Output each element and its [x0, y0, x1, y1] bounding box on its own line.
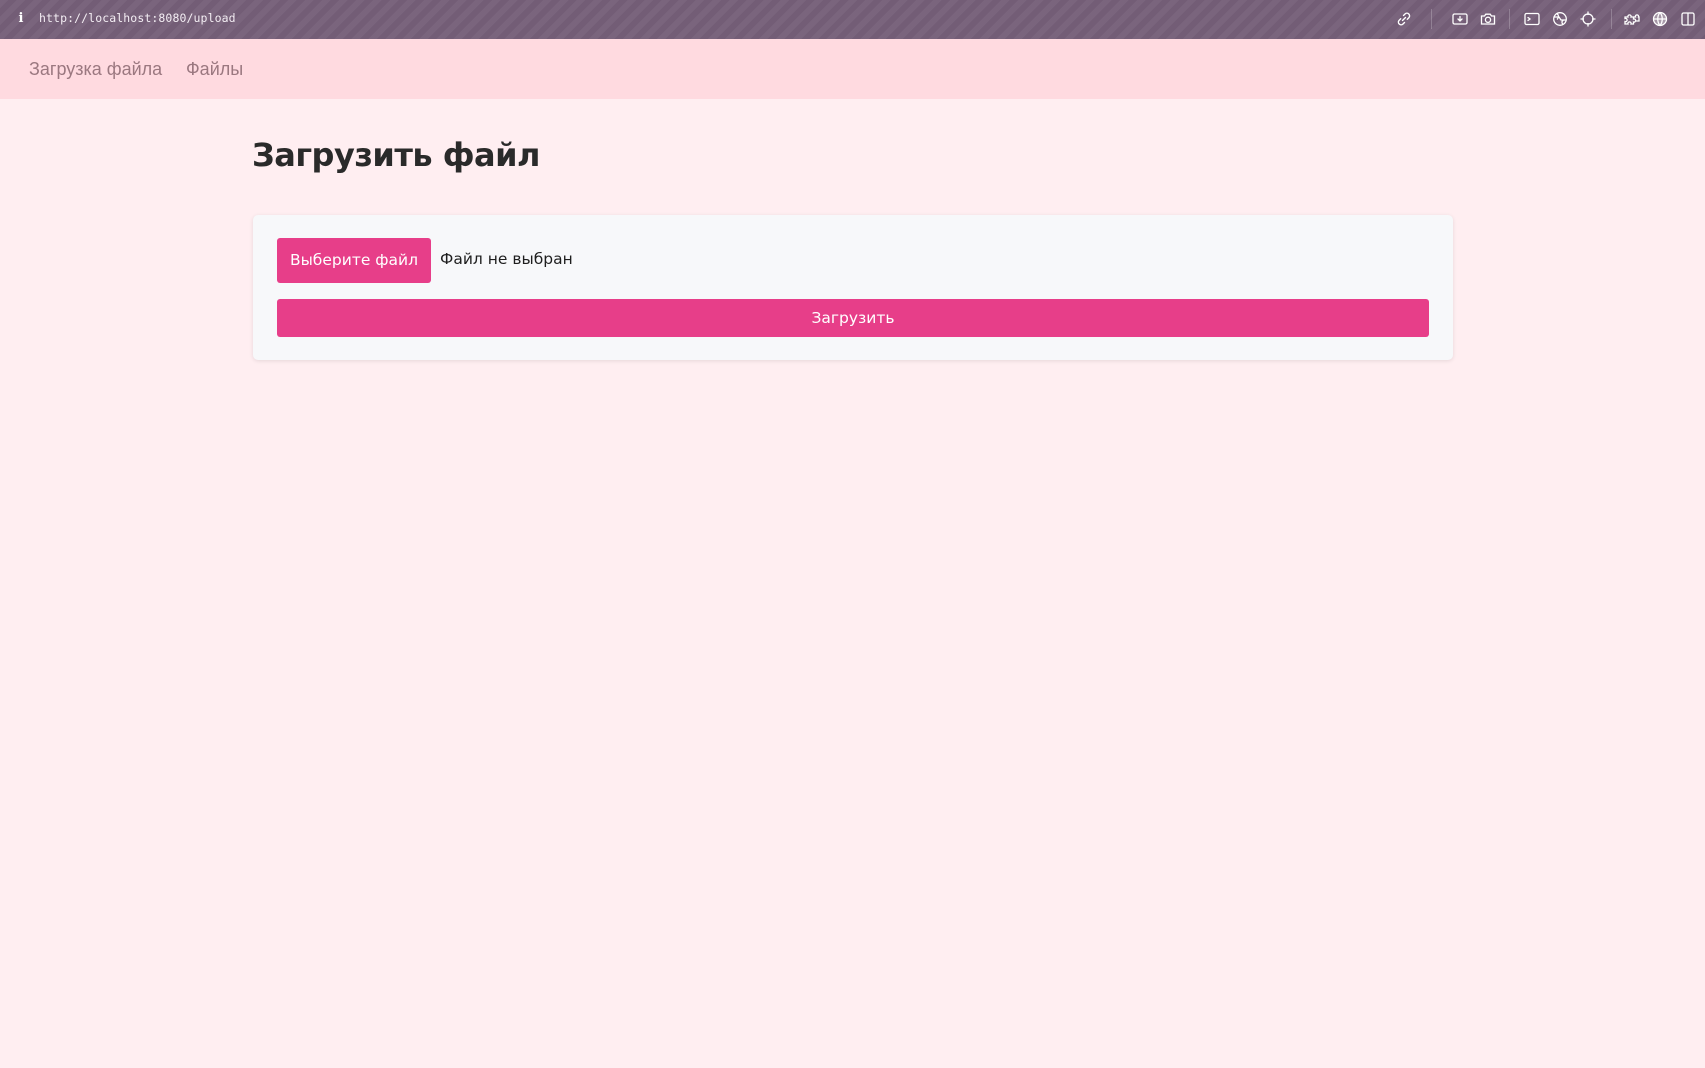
- upload-form-card: Выберите файл Файл не выбран Загрузить: [253, 215, 1453, 360]
- screenshot-icon[interactable]: [1451, 10, 1469, 28]
- language-icon[interactable]: [1651, 10, 1669, 28]
- browser-toolbar: i http://localhost:8080/upload: [0, 0, 1705, 39]
- page-title: Загрузить файл: [252, 136, 540, 174]
- link-icon[interactable]: [1395, 10, 1413, 28]
- info-icon[interactable]: i: [15, 10, 27, 28]
- upload-button[interactable]: Загрузить: [277, 299, 1429, 337]
- toolbar-divider: [1509, 9, 1510, 29]
- sidebar-icon[interactable]: [1679, 10, 1697, 28]
- toolbar-divider: [1431, 9, 1432, 29]
- nav-link-files[interactable]: Файлы: [186, 59, 243, 80]
- camera-icon[interactable]: [1479, 10, 1497, 28]
- globe-icon[interactable]: [1551, 10, 1569, 28]
- nav-link-upload[interactable]: Загрузка файла: [29, 59, 162, 80]
- crosshair-icon[interactable]: [1579, 10, 1597, 28]
- choose-file-button[interactable]: Выберите файл: [277, 238, 431, 283]
- file-selection-status: Файл не выбран: [440, 250, 573, 268]
- top-navigation: Загрузка файла Файлы: [0, 39, 1705, 99]
- terminal-icon[interactable]: [1523, 10, 1541, 28]
- toolbar-divider: [1611, 9, 1612, 29]
- extension-icon[interactable]: [1623, 10, 1641, 28]
- address-bar-url[interactable]: http://localhost:8080/upload: [39, 11, 236, 25]
